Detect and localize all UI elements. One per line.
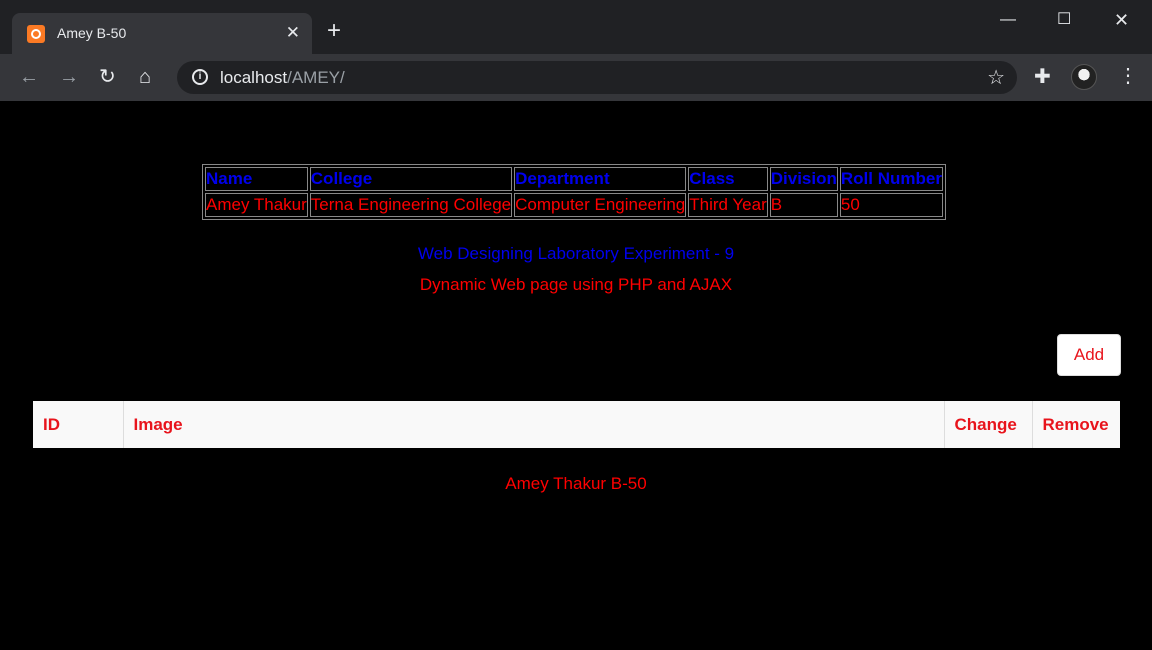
column-id: ID (43, 414, 60, 434)
column-image: Image (122, 401, 944, 448)
tab-close-icon[interactable]: ✕ (286, 22, 300, 44)
url-text[interactable]: localhost/AMEY/ (220, 68, 345, 88)
cell-division: B (769, 193, 838, 217)
reload-icon[interactable]: ↻ (99, 65, 116, 89)
profile-avatar[interactable] (1071, 64, 1097, 90)
back-icon[interactable]: ← (19, 65, 39, 89)
cell-college: Terna Engineering College (309, 193, 513, 217)
kebab-menu-icon[interactable]: ⋮ (1118, 64, 1138, 88)
url-path: /AMEY/ (287, 68, 345, 87)
browser-toolbar: ← → ↻ ⌂ i localhost/AMEY/ ☆ ✚ ⋮ (0, 54, 1152, 101)
add-button[interactable]: Add (1057, 334, 1121, 376)
info-table-header-row: Name College Department Class Division R… (205, 167, 943, 191)
site-info-icon[interactable]: i (192, 69, 208, 85)
header-college: College (309, 167, 513, 191)
tab-strip: Amey B-50 ✕ + — ☐ ✕ (0, 0, 1152, 54)
cell-department: Computer Engineering (514, 193, 687, 217)
xampp-favicon-icon (27, 25, 45, 43)
header-division: Division (769, 167, 838, 191)
header-department: Department (514, 167, 687, 191)
address-bar[interactable]: i localhost/AMEY/ ☆ (177, 61, 1017, 94)
maximize-icon[interactable]: ☐ (1057, 8, 1071, 32)
header-class: Class (688, 167, 768, 191)
new-tab-button[interactable]: + (327, 18, 341, 44)
tab-title: Amey B-50 (57, 25, 127, 41)
lab-experiment-title: Web Designing Laboratory Experiment - 9 (417, 244, 735, 263)
student-info-table: Name College Department Class Division R… (202, 164, 946, 220)
info-table-row: Amey Thakur Terna Engineering College Co… (205, 193, 943, 217)
cell-class: Third Year (688, 193, 768, 217)
column-remove: Remove (1031, 401, 1120, 448)
home-icon[interactable]: ⌂ (139, 65, 151, 89)
column-change: Change (943, 401, 1032, 448)
cell-name: Amey Thakur (205, 193, 308, 217)
cell-roll-number: 50 (839, 193, 943, 217)
images-table-header-row: ID Image Change Remove (33, 401, 1120, 448)
header-roll-number: Roll Number (839, 167, 943, 191)
experiment-topic: Dynamic Web page using PHP and AJAX (419, 275, 733, 294)
header-name: Name (205, 167, 308, 191)
extensions-puzzle-icon[interactable]: ✚ (1034, 65, 1051, 89)
browser-tab[interactable]: Amey B-50 ✕ (12, 13, 312, 54)
close-window-icon[interactable]: ✕ (1114, 8, 1129, 32)
forward-icon[interactable]: → (59, 65, 79, 89)
images-table: ID Image Change Remove (33, 401, 1120, 448)
minimize-icon[interactable]: — (1000, 8, 1016, 32)
bookmark-star-icon[interactable]: ☆ (987, 65, 1005, 90)
url-host: localhost (220, 68, 288, 87)
footer-text: Amey Thakur B-50 (505, 474, 647, 493)
